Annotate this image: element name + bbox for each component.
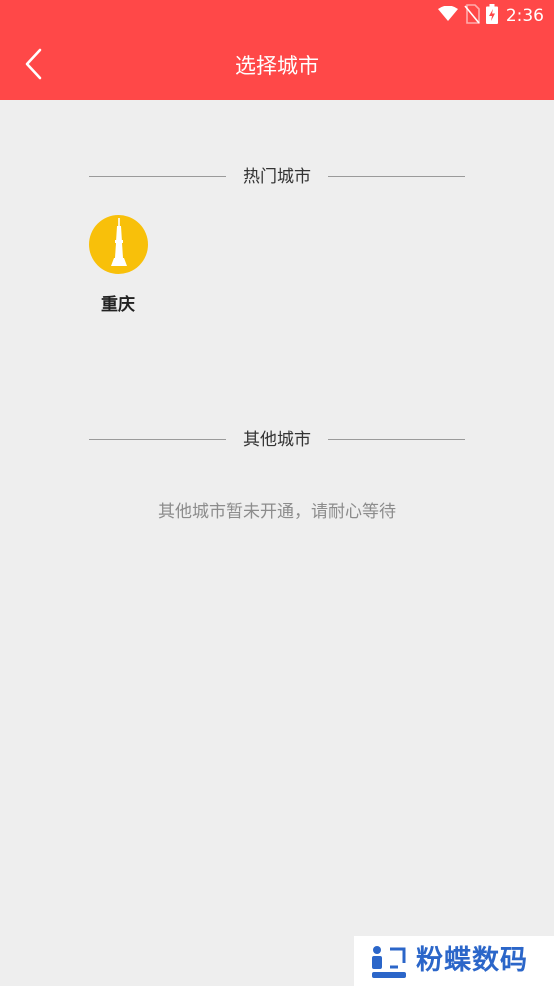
city-item-chongqing[interactable]: 重庆 [84, 214, 152, 320]
watermark: 粉蝶数码 [354, 936, 554, 986]
hot-cities-heading-text: 热门城市 [243, 167, 311, 187]
other-cities-heading-text: 其他城市 [243, 430, 311, 450]
tower-icon [110, 217, 128, 272]
battery-charging-icon [485, 4, 498, 28]
watermark-logo-icon [368, 941, 412, 981]
divider-line [328, 176, 465, 177]
status-icons: 2:36 [437, 4, 544, 28]
status-time: 2:36 [505, 6, 544, 26]
other-cities-heading: 其他城市 [89, 428, 465, 452]
city-label: 重庆 [101, 295, 135, 315]
watermark-text: 粉蝶数码 [416, 945, 528, 976]
status-bar: 2:36 [0, 0, 554, 33]
page-title: 选择城市 [235, 54, 319, 78]
divider-line [328, 439, 465, 440]
no-sim-icon [464, 4, 480, 28]
city-icon [89, 215, 148, 274]
wifi-icon [437, 5, 458, 26]
hot-cities-heading: 热门城市 [89, 165, 465, 189]
empty-message: 其他城市暂未开通，请耐心等待 [158, 502, 396, 522]
app-header: 2:36 选择城市 [0, 0, 554, 100]
